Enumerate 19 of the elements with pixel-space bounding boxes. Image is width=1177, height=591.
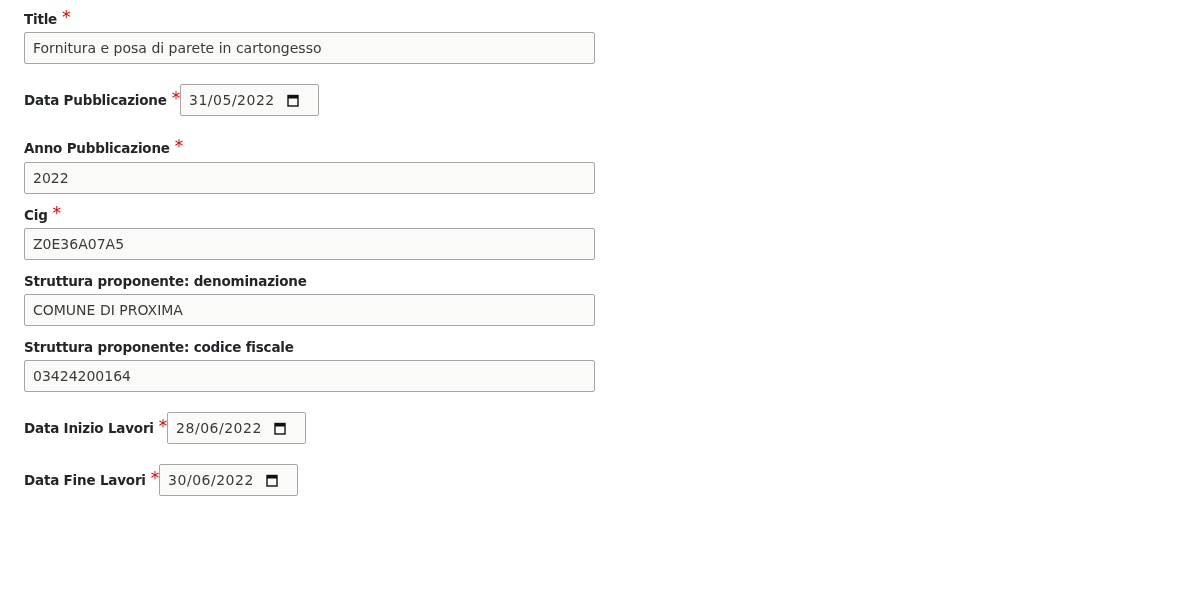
field-label: Data Inizio Lavori *: [24, 417, 168, 438]
text-field[interactable]: Z0E36A07A5: [24, 227, 595, 260]
calendar-icon[interactable]: [273, 421, 286, 435]
date-field[interactable]: 31/05/2022: [180, 84, 320, 117]
field-label: Title *: [24, 9, 71, 29]
field-label: Data Fine Lavori *: [24, 469, 160, 490]
calendar-icon[interactable]: [286, 93, 299, 107]
date-field[interactable]: 28/06/2022: [167, 412, 307, 445]
field-label: Struttura proponente: codice fiscale: [24, 338, 294, 357]
text-field[interactable]: 03424200164: [24, 360, 595, 393]
field-label: Struttura proponente: denominazione: [24, 271, 307, 291]
field-label: Data Pubblicazione *: [24, 89, 181, 110]
text-field[interactable]: Fornitura e posa di parete in cartongesso: [24, 32, 595, 65]
date-field[interactable]: 30/06/2022: [159, 464, 299, 497]
text-field[interactable]: 2022: [24, 161, 595, 194]
text-field[interactable]: COMUNE DI PROXIMA: [24, 294, 595, 326]
field-label: Anno Pubblicazione *: [24, 138, 184, 159]
field-label: Cig *: [24, 204, 61, 225]
calendar-icon[interactable]: [265, 473, 278, 487]
